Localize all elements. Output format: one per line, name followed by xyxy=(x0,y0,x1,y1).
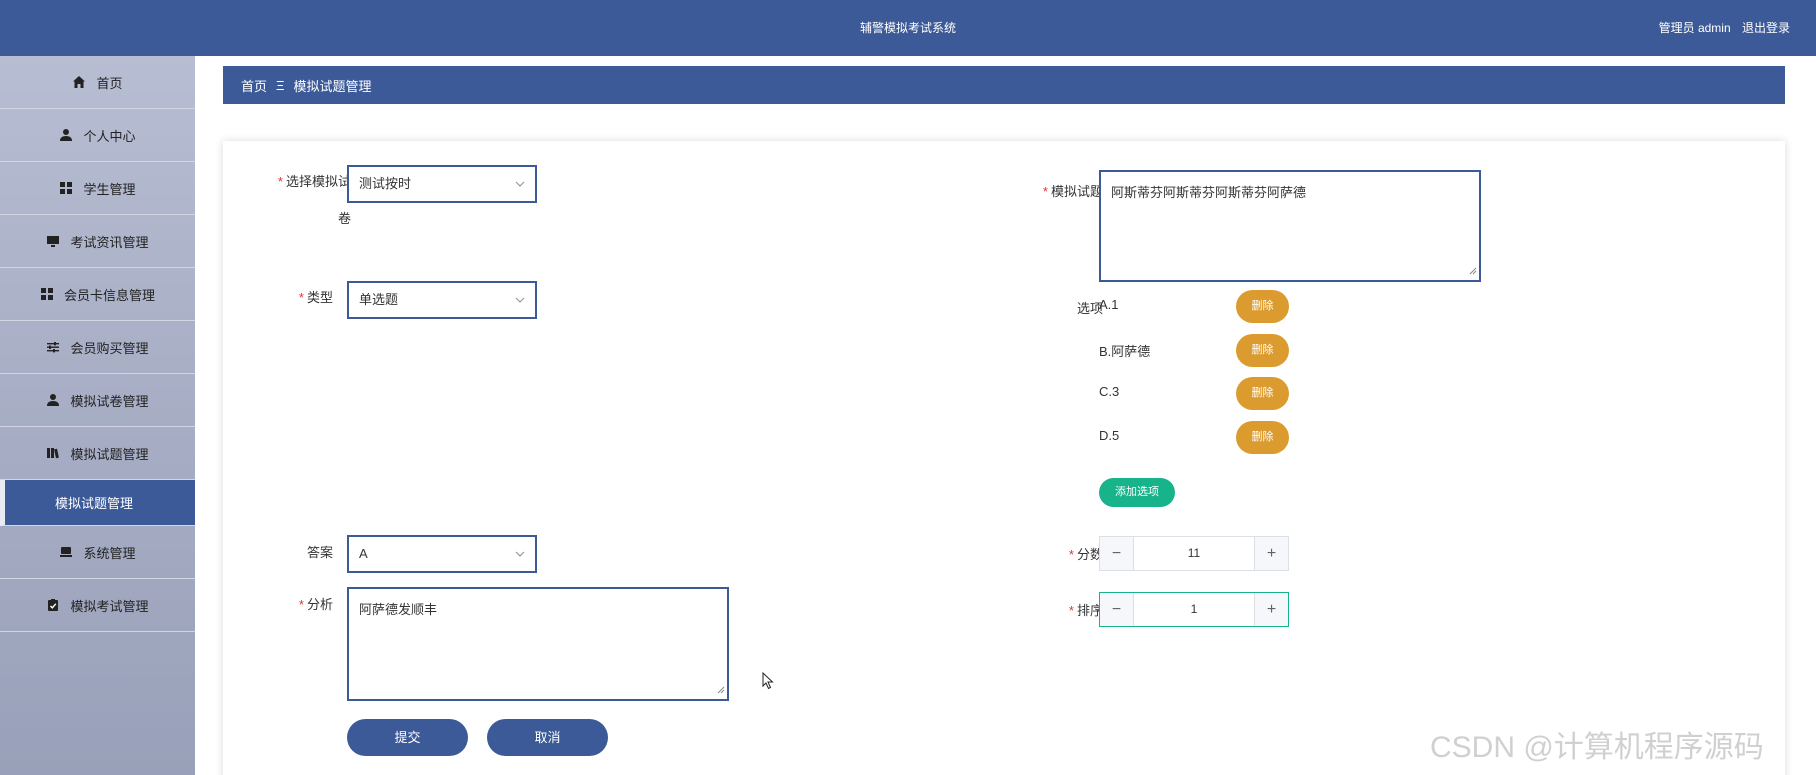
sidebar-item-label: 考试资讯管理 xyxy=(70,234,149,250)
score-value[interactable]: 11 xyxy=(1134,537,1254,570)
paper-select-value: 测试按时 xyxy=(359,176,412,191)
question-label: * 模拟试题 xyxy=(1042,184,1103,199)
increment-button[interactable]: + xyxy=(1254,593,1288,626)
analysis-label: * 分析 xyxy=(298,597,333,612)
computer-icon xyxy=(59,545,73,559)
paper-label-wrap: 卷 xyxy=(337,211,351,226)
user-area: 管理员 admin 退出登录 xyxy=(1651,0,1790,56)
options-label: 选项 xyxy=(1076,301,1103,316)
clipboard-icon xyxy=(46,598,60,612)
answer-select-value: A xyxy=(359,546,368,561)
order-label: * 排序 xyxy=(1068,603,1103,618)
delete-option-button[interactable]: 删除 xyxy=(1236,334,1289,367)
monitor-icon xyxy=(46,234,60,248)
order-stepper[interactable]: − 1 + xyxy=(1099,592,1289,627)
sidebar-item-label: 模拟试题管理 xyxy=(70,446,149,462)
option-item: D.5 xyxy=(1099,428,1120,443)
paper-select[interactable]: 测试按时 xyxy=(347,165,537,203)
sidebar-item-label: 首页 xyxy=(96,75,123,91)
sidebar-item-label: 模拟考试管理 xyxy=(70,598,149,614)
breadcrumb-separator: Ξ xyxy=(276,77,285,93)
chevron-down-icon xyxy=(515,167,525,201)
analysis-textarea[interactable]: 阿萨德发顺丰 xyxy=(347,587,729,701)
sidebar-item-system[interactable]: 系统管理 xyxy=(0,526,195,579)
mouse-cursor-icon xyxy=(762,671,774,695)
score-stepper[interactable]: − 11 + xyxy=(1099,536,1289,571)
option-item: C.3 xyxy=(1099,384,1120,399)
user-icon xyxy=(46,393,60,407)
grid-icon xyxy=(40,287,54,301)
sidebar-item-label: 系统管理 xyxy=(83,545,136,561)
delete-option-button[interactable]: 删除 xyxy=(1236,377,1289,410)
sidebar-item-label: 学生管理 xyxy=(83,181,136,197)
answer-label: 答案 xyxy=(306,545,333,560)
sidebar-item-label: 会员卡信息管理 xyxy=(63,287,155,303)
logout-link[interactable]: 退出登录 xyxy=(1742,21,1790,35)
top-bar: 辅警模拟考试系统 管理员 admin 退出登录 xyxy=(0,0,1816,56)
question-textarea[interactable]: 阿斯蒂芬阿斯蒂芬阿斯蒂芬阿萨德 xyxy=(1099,170,1481,282)
sidebar-item-home[interactable]: 首页 xyxy=(0,56,195,109)
option-item: A.1 xyxy=(1099,297,1119,312)
watermark: CSDN @计算机程序源码 xyxy=(1430,731,1764,764)
paper-label: * 选择模拟试 xyxy=(277,174,351,189)
breadcrumb-home[interactable]: 首页 xyxy=(241,76,267,95)
sidebar-item-mock-exams[interactable]: 模拟考试管理 xyxy=(0,579,195,632)
delete-option-button[interactable]: 删除 xyxy=(1236,290,1289,323)
option-item: B.阿萨德 xyxy=(1099,344,1151,359)
question-form: * 选择模拟试 卷 测试按时 * 类型 单选题 答案 A * 分析 阿萨德发顺丰 * 模… xyxy=(223,141,1785,775)
question-value: 阿斯蒂芬阿斯蒂芬阿斯蒂芬阿萨德 xyxy=(1111,185,1307,200)
sidebar-item-label: 会员购买管理 xyxy=(70,340,149,356)
sidebar-item-profile[interactable]: 个人中心 xyxy=(0,109,195,162)
sidebar-item-exam-news[interactable]: 考试资讯管理 xyxy=(0,215,195,268)
sidebar-item-member-purchase[interactable]: 会员购买管理 xyxy=(0,321,195,374)
sliders-icon xyxy=(46,340,60,354)
decrement-button[interactable]: − xyxy=(1100,537,1134,570)
answer-select[interactable]: A xyxy=(347,535,537,573)
sidebar-item-member-card[interactable]: 会员卡信息管理 xyxy=(0,268,195,321)
chevron-down-icon xyxy=(515,283,525,317)
resize-grip-icon[interactable] xyxy=(1469,263,1477,278)
book-icon xyxy=(46,446,60,460)
main-content: 首页 Ξ 模拟试题管理 * 选择模拟试 卷 测试按时 * 类型 单选题 答案 A *… xyxy=(195,56,1816,775)
breadcrumb-current: 模拟试题管理 xyxy=(293,78,372,94)
submit-button[interactable]: 提交 xyxy=(347,719,468,756)
sidebar: 首页 个人中心 学生管理 考试资讯管理 会员卡信息管理 会员购买管理 模拟试卷管… xyxy=(0,56,195,775)
app-title: 辅警模拟考试系统 xyxy=(859,21,956,35)
resize-grip-icon[interactable] xyxy=(717,682,725,697)
analysis-value: 阿萨德发顺丰 xyxy=(359,602,438,617)
cancel-button[interactable]: 取消 xyxy=(487,719,608,756)
sidebar-subitem-label: 模拟试题管理 xyxy=(55,496,134,511)
chevron-down-icon xyxy=(515,537,525,571)
user-icon xyxy=(59,128,73,142)
type-select[interactable]: 单选题 xyxy=(347,281,537,319)
order-value[interactable]: 1 xyxy=(1134,593,1254,626)
type-select-value: 单选题 xyxy=(359,292,399,307)
type-label: * 类型 xyxy=(298,290,333,305)
sidebar-item-label: 模拟试卷管理 xyxy=(70,393,149,409)
sidebar-subitem-mock-questions-active[interactable]: 模拟试题管理 xyxy=(0,480,195,526)
sidebar-item-students[interactable]: 学生管理 xyxy=(0,162,195,215)
sidebar-item-label: 个人中心 xyxy=(83,128,136,144)
increment-button[interactable]: + xyxy=(1254,537,1288,570)
score-label: * 分数 xyxy=(1068,547,1103,562)
grid-icon xyxy=(59,181,73,195)
sidebar-item-mock-questions[interactable]: 模拟试题管理 xyxy=(0,427,195,480)
decrement-button[interactable]: − xyxy=(1100,593,1134,626)
sidebar-item-mock-papers[interactable]: 模拟试卷管理 xyxy=(0,374,195,427)
user-label: 管理员 admin xyxy=(1658,21,1731,35)
delete-option-button[interactable]: 删除 xyxy=(1236,421,1289,454)
breadcrumb: 首页 Ξ 模拟试题管理 xyxy=(223,66,1785,104)
add-option-button[interactable]: 添加选项 xyxy=(1099,478,1175,507)
home-icon xyxy=(72,75,86,89)
